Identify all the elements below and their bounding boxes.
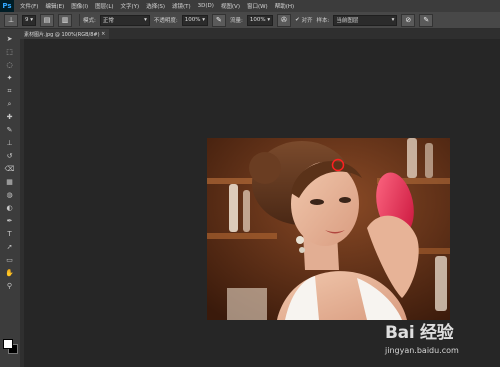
sample-select[interactable]: 当前图层 ▾: [333, 14, 398, 26]
pressure-opacity-icon[interactable]: ✎: [211, 13, 226, 27]
brush-panel-icon[interactable]: ▤: [40, 13, 55, 27]
quick-select-icon[interactable]: ✦: [4, 74, 15, 82]
separator: [79, 14, 81, 26]
brush-size-value: 9: [25, 17, 29, 23]
hand-icon[interactable]: ✋: [4, 269, 15, 277]
mode-value: 正常: [102, 18, 114, 24]
clone-source-icon[interactable]: ▥: [58, 13, 73, 27]
dodge-icon[interactable]: ◐: [4, 204, 15, 212]
watermark-site: jingyan.baidu.com: [385, 346, 459, 355]
blur-icon[interactable]: ◍: [4, 191, 15, 199]
align-checkbox[interactable]: ✔: [295, 17, 300, 23]
zoom-icon[interactable]: ⚲: [4, 282, 15, 290]
flow-label: 流量:: [229, 18, 243, 24]
crop-icon[interactable]: ⌗: [4, 87, 15, 95]
portrait-photo: [207, 138, 450, 320]
vertical-ruler: [20, 39, 24, 367]
baidu-jingyan-watermark: Bai 经验 jingyan.baidu.com: [385, 318, 497, 364]
opacity-value: 100%: [184, 17, 201, 23]
menu-type[interactable]: 文字(Y): [121, 2, 140, 10]
watermark-brand: Bai 经验: [385, 323, 454, 343]
chevron-down-icon: ▾: [391, 17, 395, 23]
brush-size-picker[interactable]: 9 ▾: [22, 14, 37, 26]
menu-window[interactable]: 窗口(W): [247, 2, 268, 10]
tools-panel: ➤ ⬚ ◌ ✦ ⌗ ⌕ ✚ ✎ ⊥ ↺ ⌫ ▦ ◍ ◐ ✒ T ➚ ▭ ✋ ⚲: [0, 29, 21, 367]
document-tab-label: 素材图片.jpg @ 100%(RGB/8#): [24, 31, 100, 38]
mode-select[interactable]: 正常 ▾: [99, 14, 150, 26]
document-image[interactable]: [207, 138, 450, 320]
shape-icon[interactable]: ▭: [4, 256, 15, 264]
lasso-icon[interactable]: ◌: [4, 61, 15, 69]
pen-icon[interactable]: ✒: [4, 217, 15, 225]
eraser-icon[interactable]: ⌫: [4, 165, 15, 173]
eyedropper-icon[interactable]: ⌕: [4, 100, 15, 108]
pressure-size-icon[interactable]: ✎: [419, 13, 434, 27]
menu-edit[interactable]: 编辑(E): [45, 2, 64, 10]
menu-file[interactable]: 文件(F): [20, 2, 38, 10]
clone-stamp-icon[interactable]: ⊥: [4, 139, 15, 147]
airbrush-icon[interactable]: ✇: [277, 13, 292, 27]
history-brush-icon[interactable]: ↺: [4, 152, 15, 160]
foreground-color-swatch[interactable]: [3, 339, 13, 349]
close-icon[interactable]: ×: [101, 31, 105, 37]
sample-value: 当前图层: [336, 18, 359, 24]
flow-value: 100%: [249, 17, 266, 23]
brush-icon[interactable]: ✎: [4, 126, 15, 134]
ignore-adjustment-icon[interactable]: ⊘: [401, 13, 416, 27]
menu-filter[interactable]: 滤镜(T): [172, 2, 191, 10]
menu-select[interactable]: 选择(S): [146, 2, 165, 10]
photoshop-logo-icon: Ps: [0, 0, 14, 12]
align-label: 对齐: [301, 18, 313, 24]
flow-input[interactable]: 100% ▾: [246, 14, 274, 26]
healing-brush-icon[interactable]: ✚: [4, 113, 15, 121]
menu-image[interactable]: 图像(I): [71, 2, 88, 10]
type-icon[interactable]: T: [4, 230, 15, 238]
menu-bar: Ps 文件(F) 编辑(E) 图像(I) 图层(L) 文字(Y) 选择(S) 滤…: [0, 0, 500, 12]
opacity-input[interactable]: 100% ▾: [181, 14, 208, 26]
sample-label: 样本:: [316, 18, 330, 24]
options-bar: ⊥ 9 ▾ ▤ ▥ 模式: 正常 ▾ 不透明度: 100% ▾ ✎ 流量: 100…: [0, 12, 500, 29]
mode-label: 模式:: [83, 18, 96, 24]
move-icon[interactable]: ➤: [4, 35, 15, 43]
menu-view[interactable]: 视图(V): [221, 2, 240, 10]
document-tab-bar: 素材图片.jpg @ 100%(RGB/8#) ×: [20, 29, 500, 39]
gradient-icon[interactable]: ▦: [4, 178, 15, 186]
menu-3d[interactable]: 3D(D): [198, 3, 214, 9]
chevron-down-icon: ▾: [144, 17, 147, 23]
clone-stamp-tool-icon[interactable]: ⊥: [4, 13, 18, 27]
marquee-icon[interactable]: ⬚: [4, 48, 15, 56]
menu-layer[interactable]: 图层(L): [95, 2, 113, 10]
document-tab[interactable]: 素材图片.jpg @ 100%(RGB/8#) ×: [20, 29, 110, 39]
opacity-label: 不透明度:: [153, 18, 178, 24]
menu-help[interactable]: 帮助(H): [275, 2, 294, 10]
path-select-icon[interactable]: ➚: [4, 243, 15, 251]
